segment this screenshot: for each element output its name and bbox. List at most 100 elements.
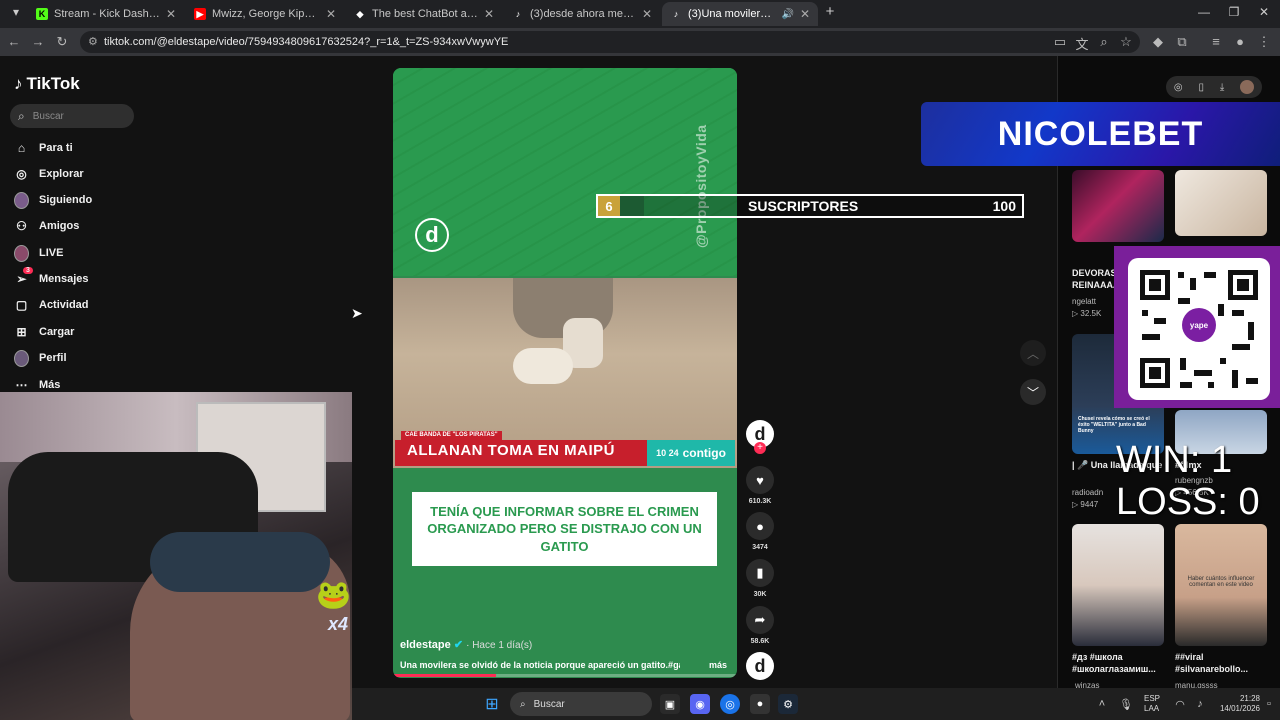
like-button[interactable]: ♥ 610.3K: [746, 466, 774, 505]
reading-list-icon[interactable]: ≡: [1208, 34, 1224, 49]
heart-icon: ♥: [746, 466, 774, 494]
progress-fill: [393, 674, 497, 677]
system-clock[interactable]: 21:28 14/01/2026: [1218, 694, 1260, 715]
speaker-icon[interactable]: 🔊: [781, 9, 793, 20]
comment-button[interactable]: ● 3474: [746, 512, 774, 551]
channel-time: 10 24: [656, 448, 679, 458]
obs-icon[interactable]: ●: [750, 694, 770, 714]
thumbnail[interactable]: Haber cuántos influencer comentan en est…: [1175, 524, 1267, 646]
tab-kick[interactable]: K Stream - Kick Dashboard ✕: [28, 2, 184, 26]
sound-avatar[interactable]: d: [746, 652, 774, 680]
taskbar-search[interactable]: ⌕ Buscar: [510, 692, 652, 716]
video-author[interactable]: eldestape ✔ · Hace 1 día(s): [400, 638, 532, 651]
steam-icon[interactable]: ⚙: [778, 694, 798, 714]
maximize-icon[interactable]: ❐: [1224, 5, 1244, 19]
task-view-icon[interactable]: ▣: [660, 694, 680, 714]
post-time: · Hace 1 día(s): [466, 640, 533, 651]
share-button[interactable]: ➦ 58.6K: [746, 606, 774, 645]
tab-chatbot[interactable]: ◆ The best ChatBot and Widgets ✕: [346, 2, 502, 26]
chevron-down-icon[interactable]: ﹀: [1020, 379, 1046, 405]
close-icon[interactable]: ✕: [642, 7, 652, 21]
nav-item-siguiendo[interactable]: Siguiendo: [14, 190, 92, 210]
windows-taskbar: ⊞ ⌕ Buscar ▣ ◉ ◎ ● ⚙ ˄ 🎙 ESP LAA ◠ ♪ 21:…: [352, 688, 1280, 720]
notifications-icon[interactable]: ▫: [1262, 694, 1276, 714]
loss-count: LOSS: 0: [1116, 480, 1260, 523]
comment-count: 3474: [752, 544, 768, 551]
more-link[interactable]: más: [709, 660, 727, 670]
diamond-icon: ◆: [356, 8, 364, 19]
extensions-puzzle-icon[interactable]: ⧉: [1174, 34, 1190, 50]
nav-item-para-ti[interactable]: ⌂ Para ti: [14, 138, 73, 158]
search-input[interactable]: ⌕ Buscar: [10, 104, 134, 128]
nav-item-amigos[interactable]: ⚇ Amigos: [14, 216, 79, 236]
tab-title: (3)Una movilera se olvidó d: [688, 8, 775, 20]
close-icon[interactable]: ✕: [326, 7, 336, 21]
tab-tiktok-active[interactable]: ♪ (3)Una movilera se olvidó d 🔊 ✕: [662, 2, 818, 26]
avatar[interactable]: [1240, 80, 1255, 94]
video-player[interactable]: @PropositoyVida d CAE BANDA DE "LOS PIRA…: [393, 68, 737, 678]
chevron-up-icon[interactable]: ˄: [1092, 694, 1112, 714]
volume-icon[interactable]: ♪: [1190, 694, 1210, 714]
nav-label: Más: [39, 379, 61, 391]
address-bar[interactable]: ⚙ tiktok.com/@eldestape/video/7594934809…: [80, 31, 1140, 53]
taskbar-search-placeholder: Buscar: [533, 698, 565, 710]
creator-avatar[interactable]: d +: [746, 420, 774, 454]
bookmark-star-icon[interactable]: ☆: [1118, 34, 1134, 50]
nav-label: Actividad: [39, 299, 89, 311]
close-icon[interactable]: ✕: [800, 7, 810, 21]
compass-icon: ◎: [16, 167, 27, 181]
save-button[interactable]: ▮ 30K: [746, 559, 774, 598]
back-icon[interactable]: ←: [6, 34, 22, 49]
tab-search-icon[interactable]: ▾: [6, 5, 26, 19]
chrome-icon[interactable]: ◎: [720, 694, 740, 714]
zoom-icon[interactable]: ⌕: [1096, 34, 1112, 50]
tiktok-logo[interactable]: ♪ TikTok: [14, 74, 80, 94]
thumbnail[interactable]: [1175, 170, 1267, 236]
friends-icon: ⚇: [16, 219, 27, 233]
chevron-up-icon[interactable]: ︿: [1020, 340, 1046, 366]
microphone-icon[interactable]: 🎙: [1116, 694, 1136, 714]
thumbnail[interactable]: [1072, 524, 1164, 646]
close-icon[interactable]: ✕: [484, 7, 494, 21]
minimize-icon[interactable]: —: [1194, 5, 1214, 19]
settings-icon[interactable]: ◎: [1174, 82, 1183, 93]
menu-icon[interactable]: ⋮: [1256, 34, 1272, 50]
follow-icon[interactable]: +: [754, 442, 766, 454]
save-count: 30K: [753, 591, 767, 598]
nav-item-live[interactable]: LIVE: [14, 243, 63, 263]
thumbnail[interactable]: [1072, 170, 1164, 242]
new-tab-button[interactable]: +: [820, 3, 840, 20]
nav-item-perfil[interactable]: Perfil: [14, 348, 67, 368]
webcam-feed: 🐸 x4: [0, 392, 352, 720]
discord-icon[interactable]: ◉: [690, 694, 710, 714]
translate-icon[interactable]: 文: [1074, 34, 1090, 53]
nav-item-mensajes[interactable]: ➢ 3 Mensajes: [14, 266, 89, 289]
close-icon[interactable]: ✕: [166, 7, 176, 21]
device-icon[interactable]: ▯: [1198, 82, 1204, 93]
tab-youtube[interactable]: ▶ Mwizz, George Kipa & Frozy - E ✕: [186, 2, 344, 26]
reload-icon[interactable]: ↻: [54, 34, 70, 50]
site-info-icon[interactable]: ⚙: [88, 35, 98, 48]
nav-item-actividad[interactable]: ▢ Actividad: [14, 295, 89, 315]
language-indicator[interactable]: ESP LAA: [1144, 694, 1160, 715]
windows-start-icon[interactable]: ⊞: [482, 694, 502, 714]
profile-avatar[interactable]: ●: [1232, 34, 1248, 49]
message-badge: 3: [23, 266, 33, 274]
progress-bar[interactable]: [393, 674, 737, 677]
close-window-icon[interactable]: ✕: [1254, 5, 1274, 19]
forward-icon[interactable]: →: [30, 34, 46, 49]
nav-item-cargar[interactable]: ⊞ Cargar: [14, 322, 74, 342]
channel-badge: 10 24 contigo: [647, 440, 735, 466]
wifi-icon[interactable]: ◠: [1170, 694, 1190, 714]
download-icon[interactable]: ⤓: [1220, 82, 1224, 93]
headphones: [150, 532, 330, 592]
nav-item-explorar[interactable]: ◎ Explorar: [14, 164, 83, 184]
video-quote: TENÍA QUE INFORMAR SOBRE EL CRIMEN ORGAN…: [412, 492, 717, 566]
emote-multiplier: x4: [328, 614, 349, 634]
cast-icon[interactable]: ▭: [1052, 34, 1068, 50]
brand-watermark: @PropositoyVida: [693, 124, 709, 248]
more-icon: ⋯: [15, 378, 28, 392]
extension-icon[interactable]: ◆: [1150, 34, 1166, 50]
tab-tiktok-1[interactable]: ♪ (3)desde ahora me declaro PIN ✕: [504, 2, 660, 26]
lang-code: ESP: [1144, 694, 1161, 703]
